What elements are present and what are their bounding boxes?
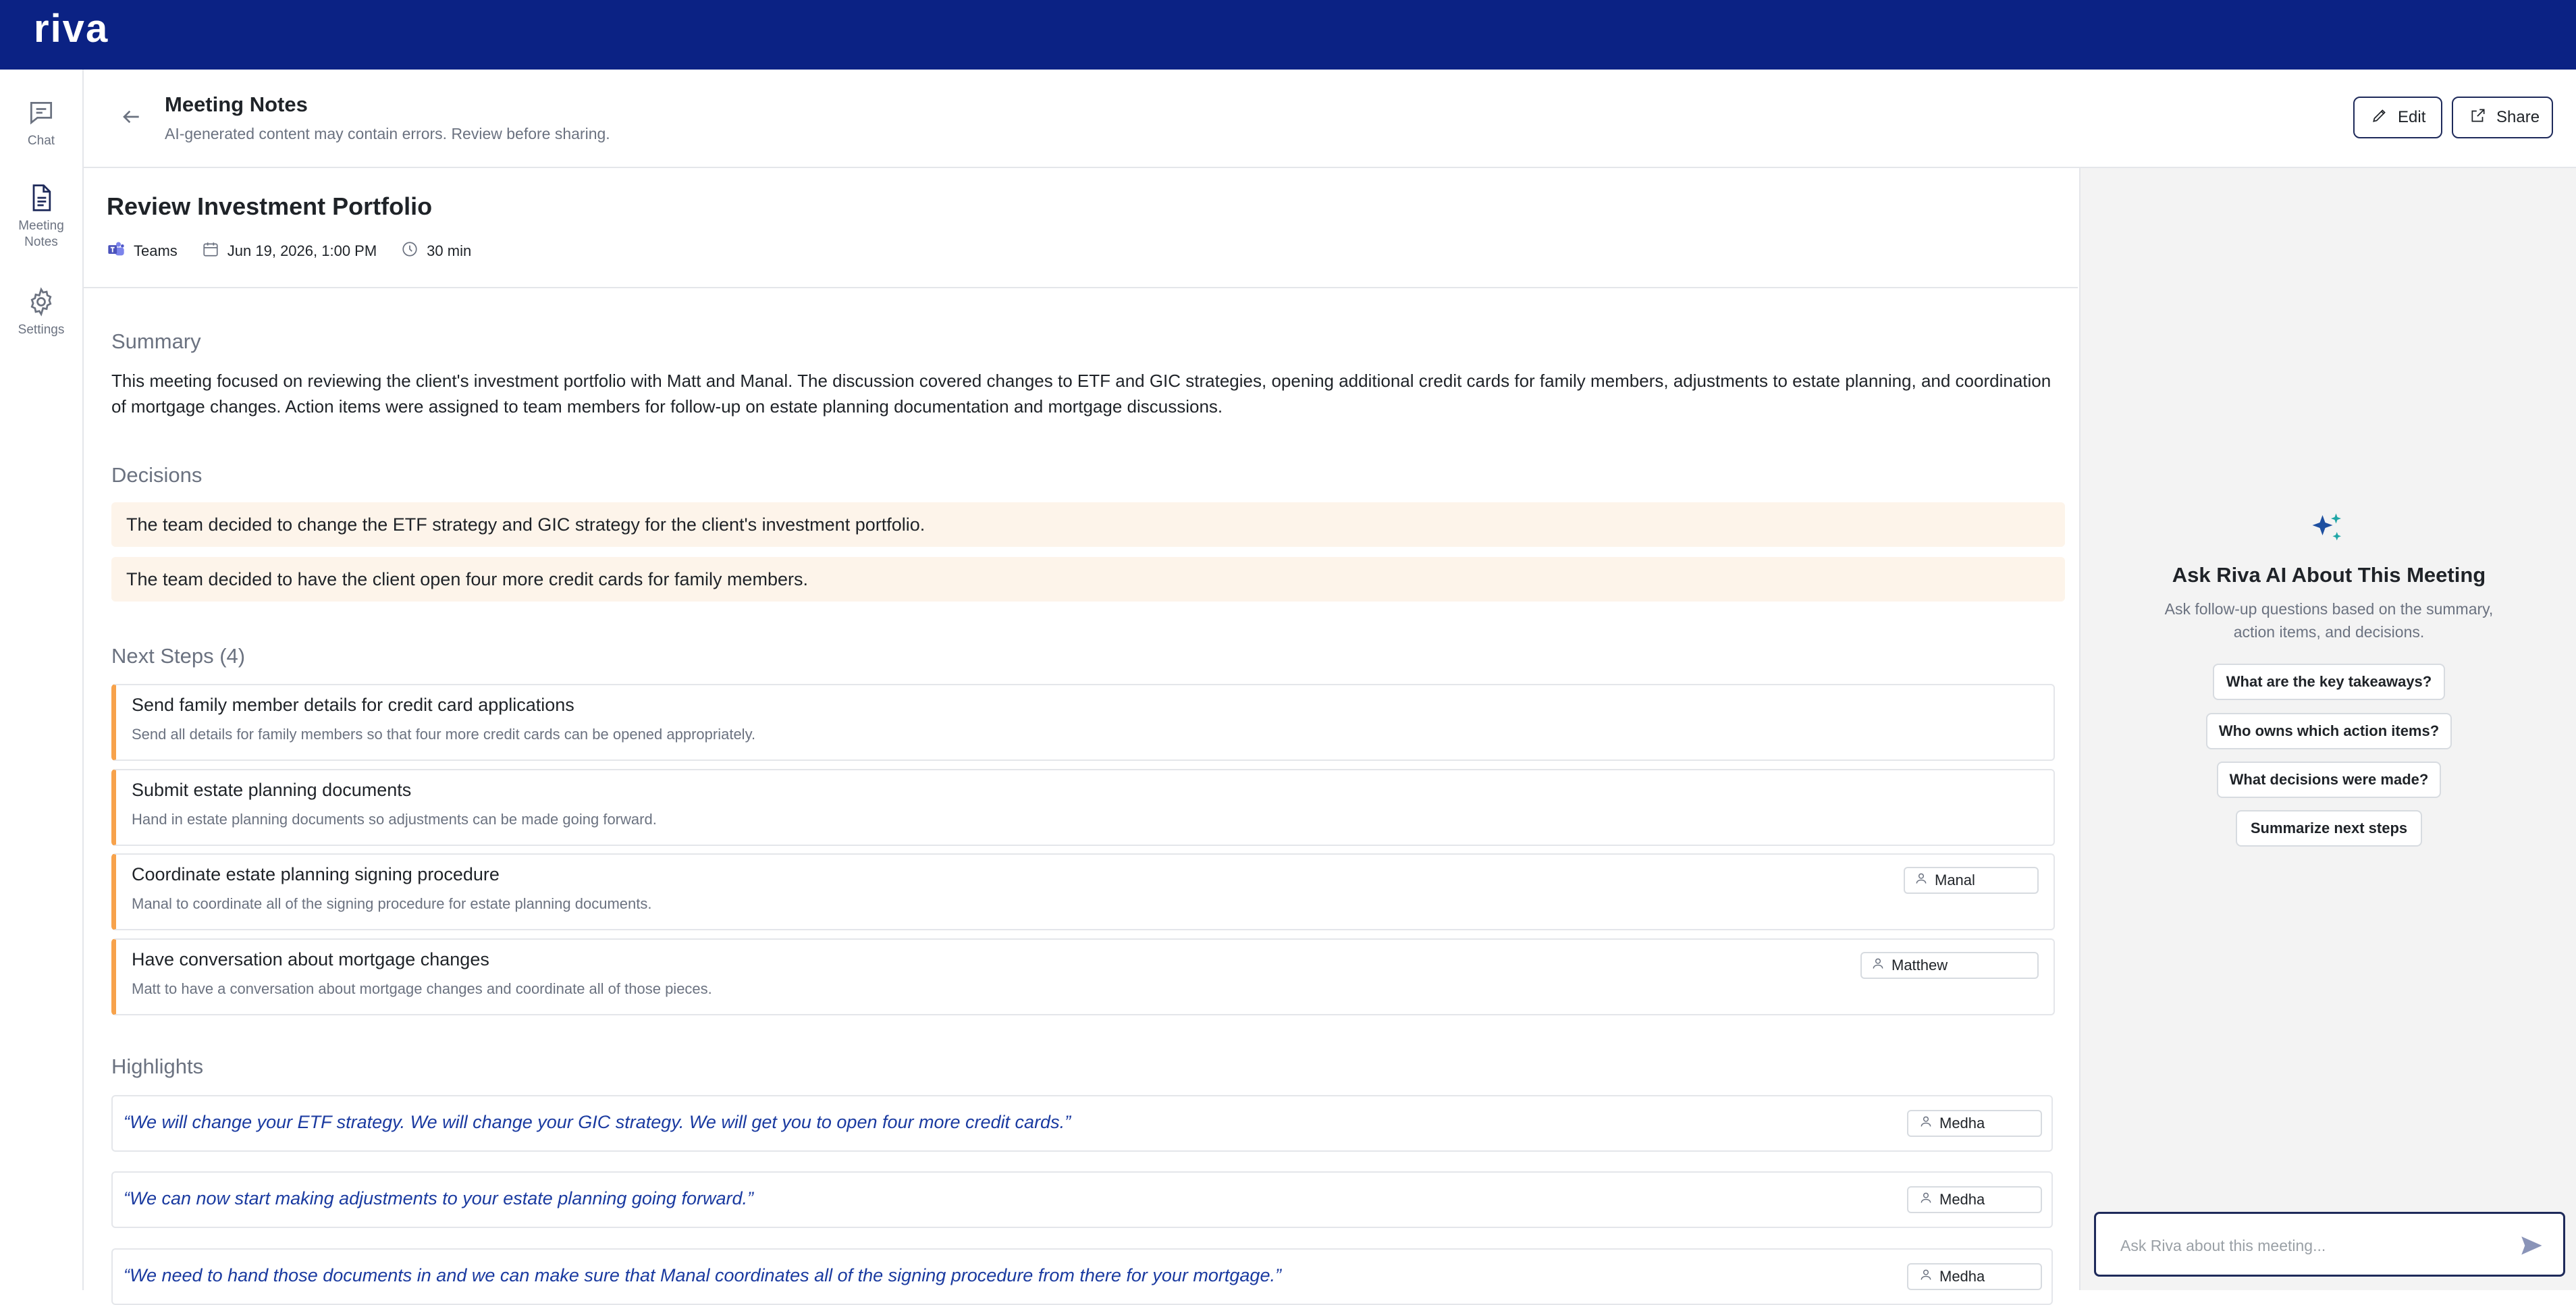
sparkles-icon [2307,508,2348,552]
chat-icon [0,98,82,128]
page-header: Meeting Notes AI-generated content may c… [84,70,2576,168]
pencil-icon [2371,107,2388,129]
suggestion-chip[interactable]: What are the key takeaways? [2213,664,2445,700]
suggestion-chip[interactable]: Summarize next steps [2236,810,2422,847]
share-label: Share [2496,108,2540,126]
sidebar-item-chat[interactable]: Chat [0,98,82,149]
left-sidebar: Chat Meeting Notes Settings [0,70,84,1290]
next-step-card[interactable]: Have conversation about mortgage changes… [111,938,2055,1015]
next-step-card[interactable]: Submit estate planning documents Hand in… [111,769,2055,846]
clock-icon [401,240,419,262]
assignee-name: Matthew [1891,957,1948,974]
meeting-duration: 30 min [401,240,471,262]
assignee-field[interactable]: Manal [1904,867,2039,894]
date-label: Jun 19, 2026, 1:00 PM [227,242,377,259]
meeting-date: Jun 19, 2026, 1:00 PM [202,240,377,262]
document-icon [0,183,82,213]
ask-input[interactable] [2119,1231,2500,1260]
back-button[interactable] [117,103,144,130]
meeting-platform: Teams [107,240,178,263]
suggestion-chip[interactable]: What decisions were made? [2217,762,2441,798]
sidebar-item-label: Meeting Notes [18,219,64,249]
edit-button[interactable]: Edit [2353,97,2442,138]
top-bar: riva [0,0,2576,70]
next-step-description: Hand in estate planning documents so adj… [132,811,657,828]
speaker-name: Medha [1939,1268,1985,1285]
highlights-heading: Highlights [111,1055,204,1078]
share-icon [2469,107,2487,129]
next-step-card[interactable]: Coordinate estate planning signing proce… [111,853,2055,930]
highlight-card[interactable]: “We will change your ETF strategy. We wi… [111,1095,2053,1152]
page-title: Meeting Notes [165,92,308,116]
svg-text:riva: riva [34,12,109,47]
ask-input-box [2094,1212,2565,1277]
assignee-name: Manal [1935,872,1975,888]
send-button[interactable] [2520,1234,2543,1260]
decisions-heading: Decisions [111,463,203,487]
speaker-name: Medha [1939,1115,1985,1131]
teams-icon [107,240,126,263]
speaker-field[interactable]: Medha [1907,1263,2042,1290]
assignee-field[interactable]: Matthew [1860,952,2039,979]
sidebar-item-meeting-notes[interactable]: Meeting Notes [0,183,82,250]
meeting-header: Review Investment Portfolio Teams Jun 19 [84,168,2078,288]
sidebar-item-label: Chat [27,134,55,148]
sidebar-item-label: Settings [18,323,65,337]
riva-logo[interactable]: riva [34,7,132,51]
next-step-title: Submit estate planning documents [132,780,412,800]
speaker-field[interactable]: Medha [1907,1110,2042,1137]
next-steps-heading: Next Steps (4) [111,644,246,668]
user-icon [1919,1268,1933,1285]
edit-label: Edit [2398,108,2426,126]
send-icon [2520,1236,2543,1260]
decision-item: The team decided to change the ETF strat… [111,502,2065,547]
summary-heading: Summary [111,329,201,353]
summary-text: This meeting focused on reviewing the cl… [111,371,2051,417]
page-subtitle: AI-generated content may contain errors.… [165,125,610,142]
next-step-description: Manal to coordinate all of the signing p… [132,895,652,912]
user-icon [1871,957,1885,974]
sidebar-item-settings[interactable]: Settings [0,287,82,338]
user-icon [1919,1191,1933,1208]
speaker-name: Medha [1939,1191,1985,1208]
next-step-title: Coordinate estate planning signing proce… [132,864,500,884]
meeting-title: Review Investment Portfolio [107,192,433,220]
highlight-card[interactable]: “We can now start making adjustments to … [111,1171,2053,1228]
highlight-card[interactable]: “We need to hand those documents in and … [111,1248,2053,1305]
suggestion-chip[interactable]: Who owns which action items? [2206,713,2452,749]
ask-panel-subtitle: Ask follow-up questions based on the sum… [2164,600,2494,641]
highlight-quote: “We need to hand those documents in and … [124,1265,1281,1285]
next-step-description: Send all details for family members so t… [132,726,756,743]
duration-label: 30 min [427,242,472,259]
decision-item: The team decided to have the client open… [111,557,2065,602]
gear-icon [0,287,82,317]
arrow-left-icon [117,110,144,133]
meeting-meta: Teams Jun 19, 2026, 1:00 PM 30 min [107,240,495,263]
highlight-quote: “We can now start making adjustments to … [124,1188,753,1208]
next-step-title: Send family member details for credit ca… [132,695,574,715]
platform-label: Teams [134,242,178,259]
next-step-card[interactable]: Send family member details for credit ca… [111,684,2055,761]
highlight-quote: “We will change your ETF strategy. We wi… [124,1112,1071,1132]
ask-riva-panel: Ask Riva AI About This Meeting Ask follo… [2079,168,2576,1290]
calendar-icon [202,240,219,262]
ask-panel-title: Ask Riva AI About This Meeting [2172,563,2486,587]
next-step-title: Have conversation about mortgage changes [132,949,489,969]
speaker-field[interactable]: Medha [1907,1186,2042,1213]
user-icon [1919,1115,1933,1132]
user-icon [1914,872,1928,889]
next-step-description: Matt to have a conversation about mortga… [132,980,712,997]
share-button[interactable]: Share [2452,97,2553,138]
